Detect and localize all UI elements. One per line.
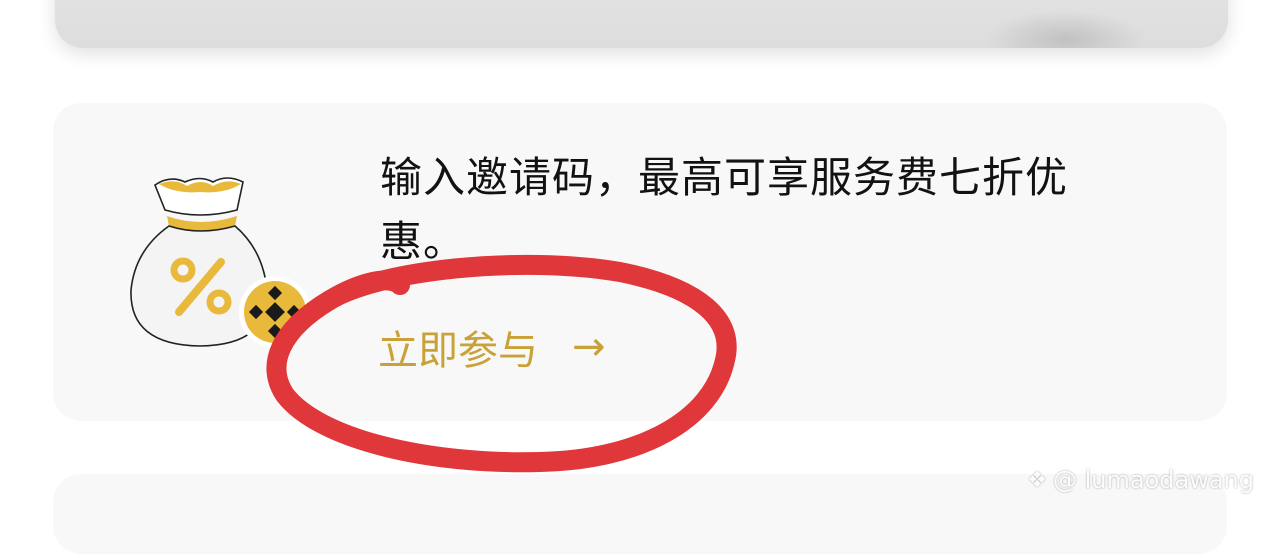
card-shadow-blob [985,10,1145,48]
arrow-right-icon: → [572,324,606,370]
watermark-text: @ lumaodawang [1053,466,1254,494]
binance-logo-icon [239,276,311,348]
join-now-label: 立即参与 [378,328,538,374]
top-card[interactable] [55,0,1228,48]
money-bag-percent-icon [130,177,311,348]
promo-description: 输入邀请码，最高可享服务费七折优惠。 [380,153,1069,266]
join-now-link[interactable]: 立即参与 → [378,318,606,376]
watermark: ❖ @ lumaodawang [1027,466,1254,494]
weibo-logo-icon: ❖ [1027,467,1047,493]
